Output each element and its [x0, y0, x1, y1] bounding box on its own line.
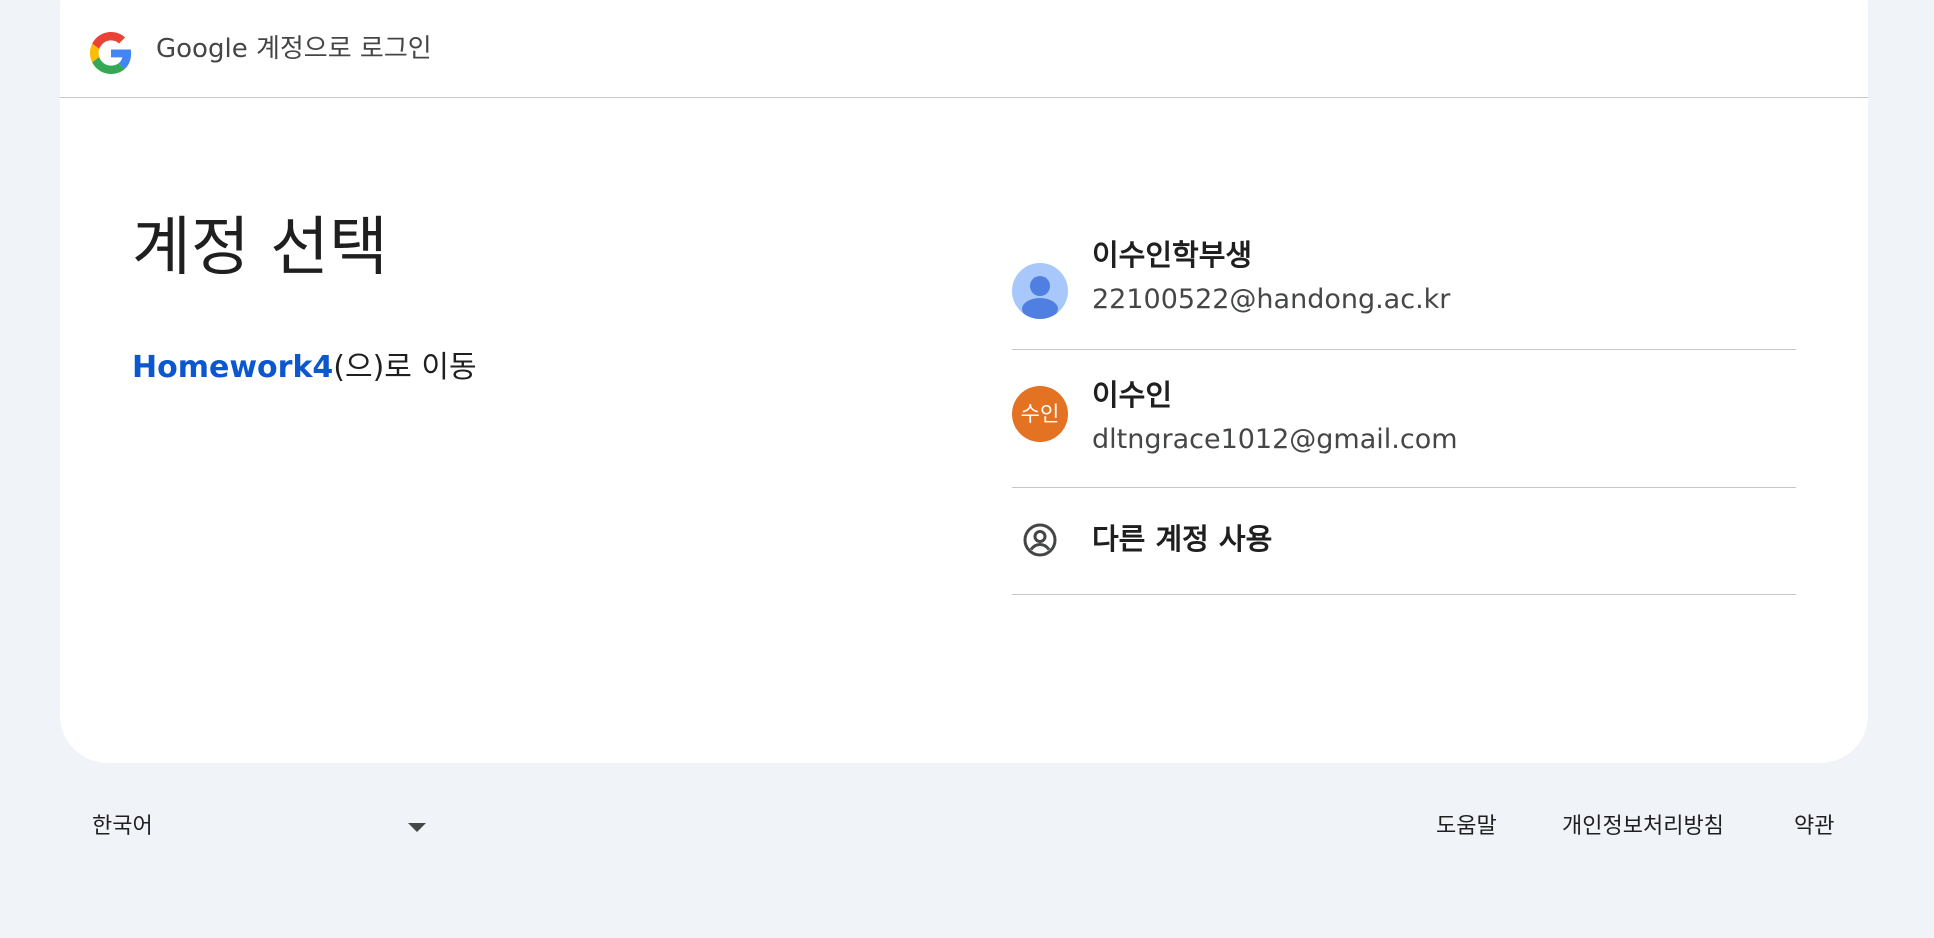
person-icon: [1022, 276, 1058, 319]
help-link[interactable]: 도움말: [1436, 812, 1497, 842]
sign-in-card: Google 계정으로 로그인 계정 선택 Homework4(으)로 이동 이…: [60, 0, 1868, 763]
use-another-account-button[interactable]: 다른 계정 사용: [1012, 488, 1796, 595]
account-item[interactable]: 수인 이수인 dltngrace1012@gmail.com: [1012, 350, 1796, 488]
page-title: 계정 선택: [132, 211, 388, 285]
language-select[interactable]: 한국어: [92, 810, 428, 846]
card-header: Google 계정으로 로그인: [60, 0, 1868, 98]
chevron-down-icon: [408, 823, 426, 832]
avatar: [1012, 263, 1068, 319]
account-name: 이수인학부생: [1092, 238, 1253, 272]
privacy-link[interactable]: 개인정보처리방침: [1562, 812, 1724, 842]
account-email: 22100522@handong.ac.kr: [1092, 284, 1451, 315]
app-name-link[interactable]: Homework4: [132, 350, 333, 385]
use-another-account-label: 다른 계정 사용: [1092, 522, 1273, 556]
account-circle-icon: [1023, 523, 1057, 557]
account-email: dltngrace1012@gmail.com: [1092, 424, 1458, 455]
account-item[interactable]: 이수인학부생 22100522@handong.ac.kr: [1012, 236, 1796, 350]
footer: 한국어 도움말 개인정보처리방침 약관: [0, 800, 1934, 856]
google-logo-icon: [90, 32, 132, 74]
language-label: 한국어: [92, 814, 153, 839]
continue-suffix: (으)로 이동: [333, 350, 477, 385]
continue-to-subtitle: Homework4(으)로 이동: [132, 348, 477, 388]
header-title: Google 계정으로 로그인: [156, 34, 432, 64]
avatar: 수인: [1012, 386, 1068, 442]
terms-link[interactable]: 약관: [1794, 812, 1834, 842]
account-name: 이수인: [1092, 378, 1173, 412]
